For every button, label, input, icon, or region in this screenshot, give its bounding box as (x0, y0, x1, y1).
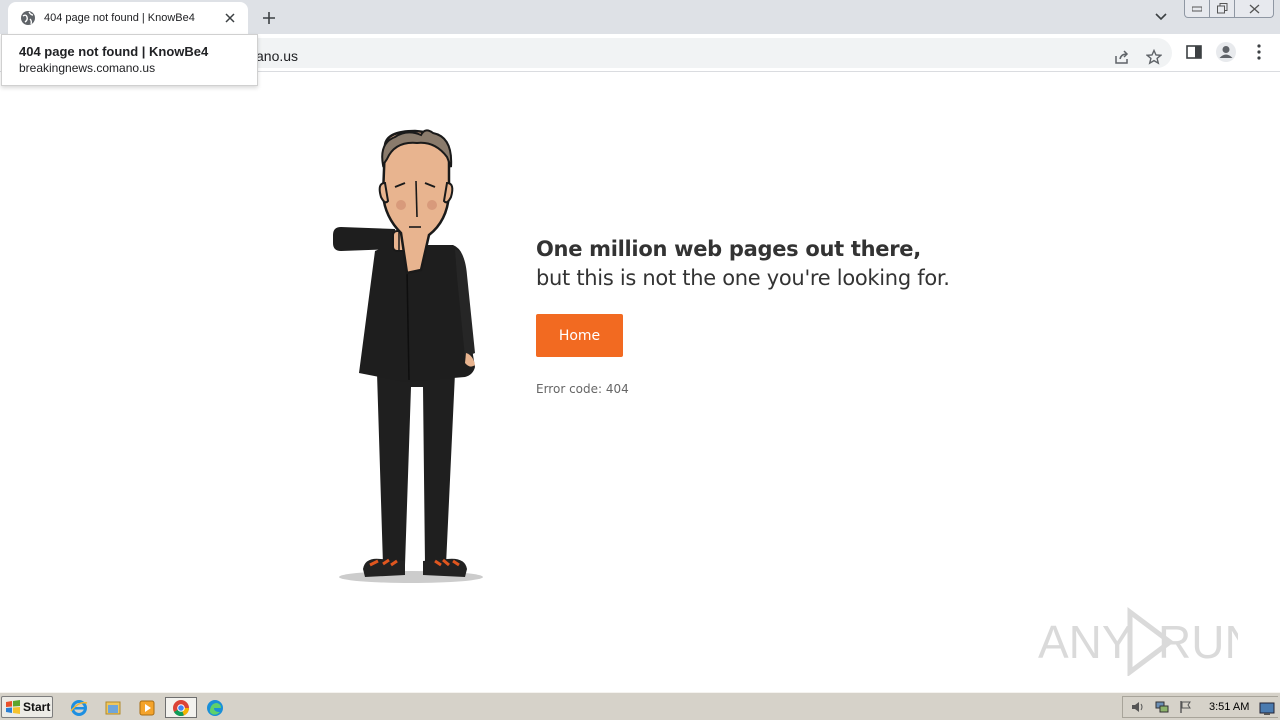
error-code: Error code: 404 (536, 382, 629, 396)
headline-line-2: but this is not the one you're looking f… (536, 266, 950, 290)
menu-icon[interactable] (1248, 41, 1270, 63)
close-icon[interactable] (222, 10, 238, 26)
media-player-icon[interactable] (136, 697, 158, 718)
address-bar[interactable]: ano.us (100, 38, 1172, 68)
system-tray (1122, 696, 1278, 718)
hover-card-title: 404 page not found | KnowBe4 (19, 44, 209, 59)
windows-taskbar: Start 3:51 AM (0, 692, 1280, 720)
windows-logo-icon (5, 699, 21, 715)
chevron-down-icon[interactable] (1150, 7, 1172, 27)
tab-hover-card: 404 page not found | KnowBe4 breakingnew… (1, 34, 258, 86)
hover-card-url: breakingnews.comano.us (19, 61, 156, 75)
start-button[interactable]: Start (1, 696, 53, 718)
speaker-icon[interactable] (1129, 698, 1147, 716)
taskbar-clock: 3:51 AM (1209, 701, 1250, 713)
internet-explorer-icon[interactable] (68, 697, 90, 718)
headline-line-1: One million web pages out there, (536, 237, 921, 261)
svg-text:RUN: RUN (1158, 616, 1238, 668)
browser-tab[interactable]: 404 page not found | KnowBe4 (8, 2, 248, 34)
star-icon[interactable] (1144, 47, 1164, 67)
close-window-button[interactable] (1234, 0, 1274, 18)
profile-icon[interactable] (1215, 41, 1237, 63)
address-text: ano.us (256, 48, 299, 64)
network-icon[interactable] (1153, 698, 1171, 716)
share-icon[interactable] (1112, 47, 1132, 67)
start-label: Start (23, 700, 51, 714)
show-desktop-icon[interactable] (1256, 698, 1278, 719)
chrome-icon[interactable] (165, 697, 197, 718)
tab-strip: 404 page not found | KnowBe4 (0, 0, 1280, 34)
anyrun-watermark-logo: ANY RUN (1038, 607, 1238, 676)
plus-icon[interactable] (258, 7, 280, 29)
minimize-button[interactable] (1184, 0, 1210, 18)
side-panel-icon[interactable] (1183, 41, 1205, 63)
home-button[interactable]: Home (536, 314, 623, 357)
edge-icon[interactable] (204, 697, 226, 718)
svg-text:ANY: ANY (1038, 616, 1133, 668)
tab-title: 404 page not found | KnowBe4 (44, 12, 195, 24)
character-illustration (333, 129, 483, 583)
folder-icon[interactable] (102, 697, 124, 718)
globe-icon (20, 10, 36, 26)
restore-button[interactable] (1209, 0, 1235, 18)
action-center-flag-icon[interactable] (1177, 698, 1195, 716)
error-headline: One million web pages out there, but thi… (536, 236, 950, 294)
